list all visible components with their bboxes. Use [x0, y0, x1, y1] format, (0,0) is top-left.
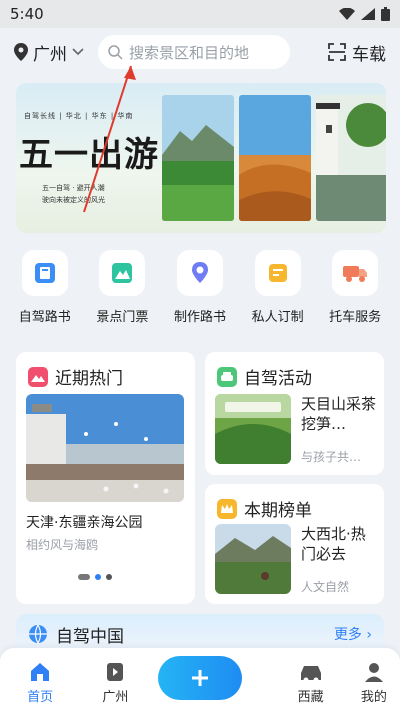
- status-time: 5:40: [10, 5, 44, 23]
- promo-banner[interactable]: 自驾长线 | 华北 | 华东 | 华南 五一出游 五一自驾 · 避开人潮 驶向未…: [16, 83, 386, 233]
- globe-icon: [29, 624, 47, 644]
- tab-tibet[interactable]: 西藏: [285, 662, 337, 705]
- quick-link-label: 制作路书: [173, 310, 226, 325]
- car-activity-icon: [217, 366, 237, 387]
- ranking-thumbnail: [215, 524, 291, 594]
- car-mode-label: 车载: [352, 44, 386, 65]
- tab-label: 西藏: [297, 690, 324, 705]
- truck-icon: [332, 250, 379, 296]
- chevron-down-icon: [72, 48, 84, 56]
- banner-title: 五一出游: [19, 135, 159, 175]
- activity-item-title: 天目山采茶挖笋…: [301, 395, 377, 433]
- quick-link-label: 私人订制: [251, 310, 304, 325]
- car-mode-button[interactable]: 车载: [328, 40, 386, 65]
- hot-card-header: 近期热门: [28, 364, 123, 389]
- add-button[interactable]: [158, 656, 242, 700]
- carousel-dots: [78, 574, 112, 580]
- quick-link-label: 景点门票: [96, 310, 149, 325]
- crown-icon: [217, 498, 237, 519]
- profile-icon: [364, 663, 383, 682]
- hot-card-title: 近期热门: [55, 369, 123, 389]
- banner-photo-watertown: [316, 95, 386, 221]
- quick-link-label: 托车服务: [329, 310, 382, 325]
- book-icon: [21, 250, 68, 296]
- hot-card-image: [26, 394, 184, 502]
- mountain-ticket-icon: [99, 250, 146, 296]
- signal-icon: [361, 8, 375, 20]
- ranking-item-sub: 人文自然: [301, 580, 350, 594]
- city-icon: [107, 663, 124, 681]
- section-more-link[interactable]: 更多 ›: [334, 624, 372, 644]
- pin-person-icon: [176, 250, 223, 296]
- quick-links: 自驾路书 景点门票 制作路书 私人订制 托车服务: [0, 250, 400, 325]
- carousel-dot-active: [95, 574, 101, 580]
- banner-photo-desert: [239, 95, 311, 221]
- quick-link-make-book[interactable]: 制作路书: [165, 250, 235, 325]
- tab-profile[interactable]: 我的: [348, 660, 400, 705]
- status-bar: 5:40: [0, 0, 400, 28]
- hot-card-desc: 相约风与海鸥: [26, 538, 99, 552]
- banner-photos: [162, 95, 386, 221]
- tab-label: 广州: [102, 690, 129, 705]
- search-input[interactable]: 搜索景区和目的地: [98, 35, 290, 69]
- activity-card-title: 自驾活动: [244, 369, 312, 389]
- ranking-card[interactable]: 本期榜单 大西北·热门必去 人文自然: [205, 484, 384, 604]
- custom-card-icon: [254, 250, 301, 296]
- banner-subtitle-2: 驶向未被定义的风光: [42, 196, 105, 204]
- activity-card[interactable]: 自驾活动 天目山采茶挖笋… 与孩子共…: [205, 352, 384, 475]
- status-icons: [339, 7, 390, 21]
- section-title: 自驾中国: [56, 626, 124, 647]
- plus-icon: [192, 670, 208, 686]
- carousel-dot: [78, 574, 90, 580]
- quick-link-label: 自驾路书: [18, 310, 71, 325]
- quick-link-truck[interactable]: 托车服务: [320, 250, 390, 325]
- hot-card-place: 天津·东疆亲海公园: [26, 515, 143, 531]
- quick-link-tickets[interactable]: 景点门票: [87, 250, 157, 325]
- banner-route: 自驾长线 | 华北 | 华东 | 华南: [24, 112, 134, 120]
- city-name: 广州: [33, 44, 67, 65]
- quick-link-road-book[interactable]: 自驾路书: [10, 250, 80, 325]
- car-icon: [300, 666, 321, 683]
- wifi-icon: [339, 8, 355, 20]
- activity-item-sub: 与孩子共…: [301, 450, 362, 464]
- hot-card[interactable]: 近期热门 天津·东疆亲海公园 相约风与海鸥: [16, 352, 195, 604]
- battery-icon: [381, 7, 390, 21]
- banner-photo-grassland: [162, 95, 234, 221]
- tab-home[interactable]: 首页: [14, 660, 66, 705]
- activity-card-header: 自驾活动: [217, 364, 312, 389]
- top-bar: 广州 搜索景区和目的地 车载: [0, 28, 400, 76]
- activity-thumbnail: [215, 394, 291, 464]
- ranking-item-title: 大西北·热门必去: [301, 525, 366, 563]
- carousel-dot: [106, 574, 112, 580]
- home-icon: [31, 663, 50, 681]
- scan-icon: [328, 43, 346, 61]
- banner-subtitle-1: 五一自驾 · 避开人潮: [42, 184, 105, 192]
- hot-mountain-icon: [28, 366, 48, 387]
- ranking-card-header: 本期榜单: [217, 496, 312, 521]
- city-selector[interactable]: 广州: [14, 40, 84, 65]
- tab-label: 我的: [360, 690, 387, 705]
- search-placeholder: 搜索景区和目的地: [129, 43, 250, 62]
- tab-city[interactable]: 广州: [89, 660, 141, 705]
- quick-link-custom[interactable]: 私人订制: [243, 250, 313, 325]
- tab-label: 首页: [27, 690, 54, 705]
- ranking-card-title: 本期榜单: [244, 501, 312, 521]
- location-pin-icon: [14, 43, 28, 61]
- search-icon: [108, 44, 123, 60]
